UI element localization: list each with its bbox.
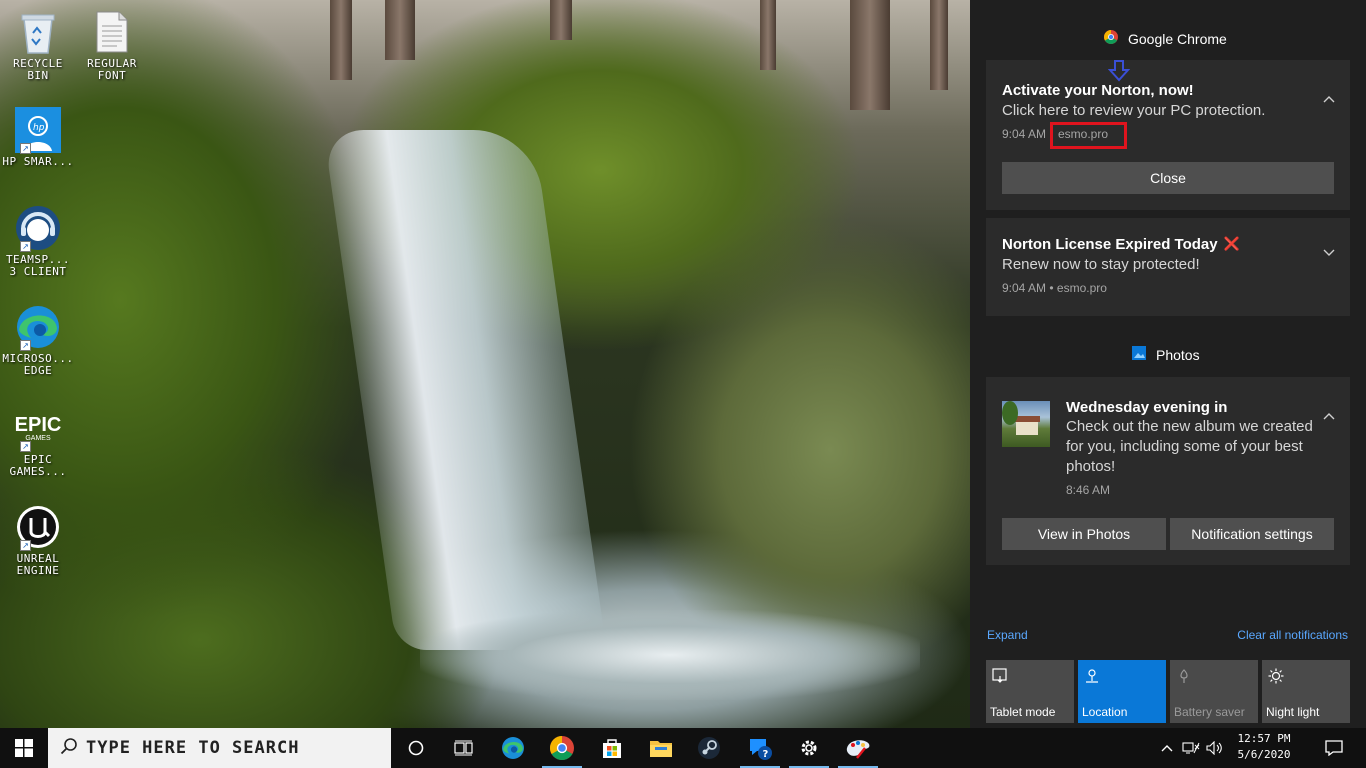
paint-3d-icon[interactable] — [834, 728, 882, 768]
clock-date: 5/6/2020 — [1237, 748, 1291, 761]
water-pool — [420, 610, 920, 700]
store-icon[interactable] — [588, 728, 636, 768]
svg-text:hp: hp — [33, 123, 45, 133]
location-icon — [1084, 668, 1100, 687]
desktop-icon-teamspeak[interactable]: ↗ TEAMSP... 3 CLIENT — [0, 204, 76, 278]
steam-icon[interactable] — [685, 728, 733, 768]
show-hidden-icons-chevron[interactable] — [1158, 728, 1176, 768]
search-icon — [60, 737, 78, 759]
clock-time: 12:57 PM — [1237, 732, 1291, 745]
task-view-icon[interactable] — [440, 728, 488, 768]
chrome-icon[interactable] — [538, 728, 586, 768]
desktop-icon-label: HP SMAR... — [2, 155, 74, 168]
edge-icon: ↗ — [14, 303, 62, 351]
network-icon[interactable] — [1180, 728, 1202, 768]
shortcut-arrow-icon: ↗ — [20, 340, 31, 351]
edge-icon[interactable] — [489, 728, 537, 768]
get-help-icon[interactable]: ? — [736, 728, 784, 768]
quick-action-battery-saver[interactable]: Battery saver — [1170, 660, 1258, 723]
epic-logo-text: EPIC — [14, 413, 62, 436]
desktop-icon-label: REGULAR FONT — [87, 57, 137, 82]
group-app-name: Google Chrome — [1128, 30, 1227, 47]
close-button[interactable]: Close — [1002, 162, 1334, 194]
desktop-icon-regular-font[interactable]: REGULAR FONT — [74, 8, 150, 82]
desktop-icon-label: RECYCLE BIN — [13, 57, 63, 82]
desktop-icon-label: UNREAL ENGINE — [16, 552, 60, 577]
font-file-icon — [88, 8, 136, 56]
expand-link[interactable]: Expand — [987, 628, 1028, 642]
notification-title: Norton License Expired Today — [1002, 236, 1218, 253]
shortcut-arrow-icon: ↗ — [20, 441, 31, 452]
notification-title-row: Norton License Expired Today ❌ — [1002, 236, 1240, 253]
desktop-wallpaper — [0, 0, 970, 728]
album-thumbnail — [1002, 401, 1050, 447]
search-placeholder: TYPE HERE TO SEARCH — [86, 738, 300, 758]
quick-action-label: Tablet mode — [990, 705, 1056, 719]
shortcut-arrow-icon: ↗ — [20, 540, 31, 551]
desktop-icon-label: TEAMSP... 3 CLIENT — [5, 253, 71, 278]
desktop-icon-microsoft-edge[interactable]: ↗ MICROSO... EDGE — [0, 303, 76, 377]
desktop-icon-epic-games[interactable]: EPIC GAMES ↗ EPIC GAMES... — [0, 404, 76, 478]
start-button[interactable] — [0, 728, 48, 768]
quick-action-tablet-mode[interactable]: Tablet mode — [986, 660, 1074, 723]
taskbar: TYPE HERE TO SEARCH ? 12:57 PM 5/6/2020 — [0, 728, 1366, 768]
desktop-icon-label: EPIC GAMES... — [9, 453, 67, 478]
desktop-icon-label: MICROSO... EDGE — [2, 352, 74, 377]
notification-source: esmo.pro — [1058, 127, 1109, 141]
desktop-icon-unreal-engine[interactable]: ↗ UNREAL ENGINE — [0, 503, 76, 577]
notification-settings-button[interactable]: Notification settings — [1170, 518, 1334, 550]
teamspeak-icon: ↗ — [14, 204, 62, 252]
waterfall — [323, 130, 607, 650]
cortana-icon[interactable] — [392, 728, 440, 768]
shortcut-arrow-icon: ↗ — [20, 143, 31, 154]
quick-action-location[interactable]: Location — [1078, 660, 1166, 723]
battery-saver-icon — [1176, 668, 1192, 687]
hp-smart-icon: hp ↗ — [14, 106, 62, 154]
notification-time: 9:04 AM — [1002, 127, 1047, 141]
group-header-photos: Photos — [1132, 346, 1200, 363]
clear-all-notifications-link[interactable]: Clear all notifications — [1237, 628, 1348, 642]
chevron-down-icon[interactable] — [1322, 246, 1336, 260]
quick-action-label: Location — [1082, 705, 1128, 719]
chevron-up-icon[interactable] — [1322, 409, 1336, 423]
action-center-button[interactable] — [1314, 728, 1354, 768]
chevron-up-icon[interactable] — [1322, 92, 1336, 106]
recycle-bin-icon — [14, 8, 62, 56]
file-explorer-icon[interactable] — [637, 728, 685, 768]
notification-body: Renew now to stay protected! — [1002, 256, 1200, 273]
action-center-panel: Google Chrome Activate your Norton, now!… — [970, 0, 1366, 728]
desktop-icon-recycle-bin[interactable]: RECYCLE BIN — [0, 8, 76, 82]
svg-text:?: ? — [763, 749, 769, 760]
quick-action-label: Night light — [1266, 705, 1320, 719]
red-x-icon: ❌ — [1223, 237, 1240, 252]
notification-card[interactable]: Activate your Norton, now! Click here to… — [986, 60, 1350, 210]
settings-icon[interactable] — [785, 728, 833, 768]
windows-logo-icon — [15, 739, 33, 757]
notification-card[interactable]: Norton License Expired Today ❌ Renew now… — [986, 218, 1350, 316]
notification-card[interactable]: Wednesday evening in Check out the new a… — [986, 377, 1350, 565]
notification-title: Wednesday evening in — [1066, 399, 1228, 416]
unreal-engine-icon: ↗ — [14, 503, 62, 551]
taskbar-clock[interactable]: 12:57 PM 5/6/2020 — [1226, 731, 1302, 763]
group-header-google-chrome: Google Chrome — [1104, 30, 1227, 47]
chrome-icon — [1104, 30, 1118, 47]
notification-meta: 9:04 AM • esmo.pro — [1002, 281, 1107, 295]
taskbar-search-box[interactable]: TYPE HERE TO SEARCH — [48, 728, 391, 768]
shortcut-arrow-icon: ↗ — [20, 241, 31, 252]
epic-games-icon: EPIC GAMES ↗ — [14, 404, 62, 452]
notification-icon — [1325, 740, 1343, 756]
tablet-mode-icon — [992, 668, 1008, 687]
quick-action-label: Battery saver — [1174, 705, 1245, 719]
photos-icon — [1132, 346, 1146, 363]
notification-time: 8:46 AM — [1066, 483, 1111, 497]
desktop-icon-hp-smart[interactable]: hp ↗ HP SMAR... — [0, 106, 76, 168]
night-light-icon — [1268, 668, 1284, 687]
group-app-name: Photos — [1156, 346, 1200, 363]
view-in-photos-button[interactable]: View in Photos — [1002, 518, 1166, 550]
volume-icon[interactable] — [1204, 728, 1226, 768]
notification-title: Activate your Norton, now! — [1002, 82, 1194, 99]
quick-action-night-light[interactable]: Night light — [1262, 660, 1350, 723]
notification-body: Check out the new album we created for y… — [1066, 418, 1313, 475]
notification-body: Click here to review your PC protection. — [1002, 102, 1266, 119]
